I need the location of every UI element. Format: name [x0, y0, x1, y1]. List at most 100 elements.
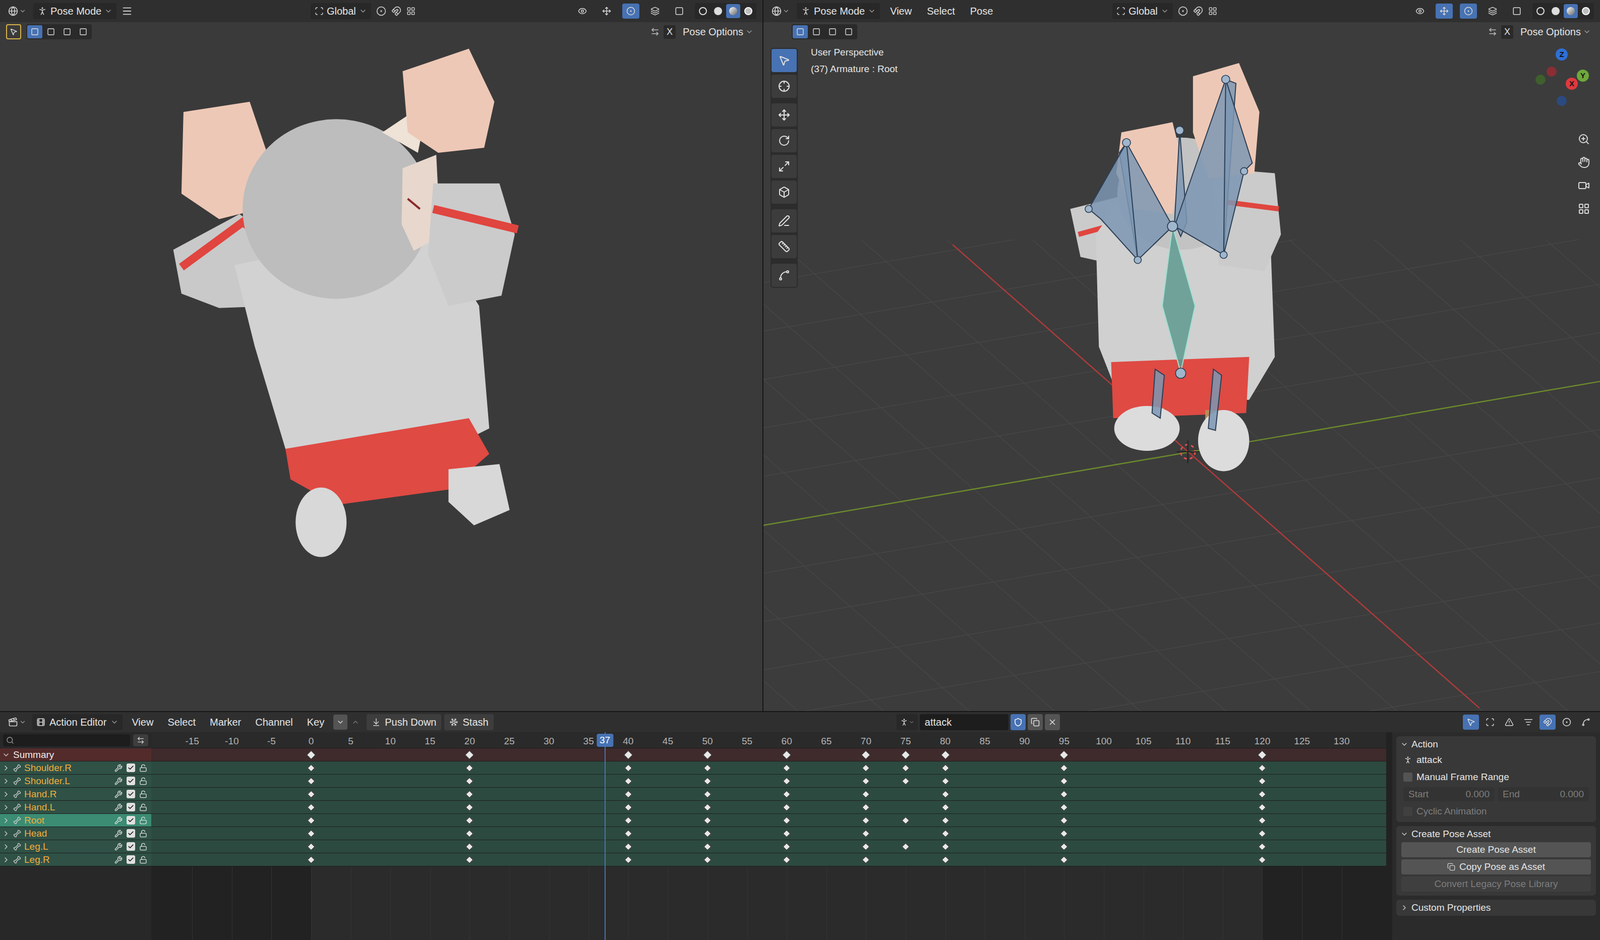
mirror-toggle[interactable]: X — [1501, 25, 1514, 39]
keyframe[interactable] — [941, 842, 950, 851]
expand-icon[interactable] — [2, 777, 11, 786]
keyframe[interactable] — [624, 777, 633, 786]
keyframe[interactable] — [307, 777, 316, 786]
expand-icon[interactable] — [2, 855, 11, 864]
modifier-icon[interactable] — [114, 855, 123, 864]
keyframe[interactable] — [1258, 777, 1267, 786]
tool-button[interactable] — [771, 129, 797, 153]
channel-row[interactable]: Leg.L — [0, 840, 152, 854]
snap-target-icon[interactable] — [1208, 6, 1218, 16]
header-button[interactable]: Push Down — [366, 714, 442, 731]
menu-item[interactable]: Pose — [965, 3, 999, 19]
keyframe[interactable] — [941, 816, 950, 825]
modifier-icon[interactable] — [114, 777, 123, 786]
keyframe[interactable] — [703, 829, 712, 838]
viewport-toggle[interactable] — [622, 3, 640, 19]
lock-icon[interactable] — [139, 855, 148, 864]
menu-icon[interactable] — [121, 5, 133, 17]
panel-button[interactable]: Copy Pose as Asset — [1401, 859, 1591, 875]
negative-axis[interactable] — [1546, 66, 1557, 77]
shading-button[interactable] — [1548, 4, 1563, 19]
keyframe[interactable] — [624, 763, 633, 773]
keyframe[interactable] — [941, 763, 950, 773]
keyframe[interactable] — [862, 816, 871, 825]
keyframe-row[interactable] — [151, 840, 1387, 854]
filter-toggle[interactable] — [1539, 714, 1556, 730]
action-row[interactable]: attack — [1403, 752, 1589, 768]
nav-button[interactable] — [1573, 153, 1594, 172]
tool-button[interactable] — [771, 180, 797, 204]
keyframe[interactable] — [1258, 763, 1267, 773]
keyframe[interactable] — [1060, 790, 1069, 799]
channel-row[interactable]: Head — [0, 826, 152, 841]
active-tool-button[interactable] — [6, 24, 22, 40]
keyframe[interactable] — [464, 749, 474, 759]
panel-header[interactable]: Action — [1396, 736, 1596, 753]
keyframe[interactable] — [624, 855, 633, 864]
channel-row[interactable]: Leg.R — [0, 853, 152, 867]
keyframe[interactable] — [1060, 855, 1069, 864]
axis-button[interactable]: X — [1565, 77, 1578, 90]
keyframe[interactable] — [307, 803, 316, 812]
keyframe[interactable] — [306, 749, 316, 759]
nav-button[interactable] — [1573, 176, 1594, 195]
unlink-action-button[interactable] — [1044, 714, 1060, 731]
panel-button[interactable]: Create Pose Asset — [1401, 842, 1591, 858]
mirror-toggle[interactable]: X — [663, 25, 676, 39]
keyframe[interactable] — [782, 763, 791, 773]
pose-options-dropdown[interactable]: Pose Options — [679, 24, 757, 40]
menu-item[interactable]: Marker — [204, 714, 247, 730]
modifier-icon[interactable] — [114, 790, 123, 799]
pivot-icon[interactable] — [1177, 6, 1189, 17]
keyframe[interactable] — [624, 842, 633, 851]
keyframe[interactable] — [941, 829, 950, 838]
keyframe[interactable] — [901, 777, 910, 786]
keyframe[interactable] — [465, 777, 474, 786]
keyframe[interactable] — [901, 842, 910, 851]
keyframe[interactable] — [862, 855, 871, 864]
snap-icon[interactable] — [1193, 6, 1204, 17]
keyframe[interactable] — [465, 803, 474, 812]
keyframe[interactable] — [1060, 763, 1069, 773]
keyframe[interactable] — [861, 749, 871, 759]
keyframe[interactable] — [1258, 790, 1267, 799]
snap-target-icon[interactable] — [406, 6, 416, 16]
keyframe[interactable] — [624, 790, 633, 799]
lock-icon[interactable] — [139, 803, 148, 812]
tool-button[interactable] — [771, 103, 797, 127]
shading-button[interactable] — [1563, 4, 1578, 19]
panel-header[interactable]: Create Pose Asset — [1396, 825, 1596, 843]
viewport-toggle[interactable] — [646, 3, 664, 19]
keyframe[interactable] — [862, 790, 871, 799]
viewport-toggle[interactable] — [598, 3, 616, 19]
keyframe-row[interactable] — [151, 813, 1387, 827]
keyframe[interactable] — [307, 763, 316, 773]
keyframe[interactable] — [623, 749, 633, 759]
keyframe[interactable] — [465, 763, 474, 773]
keyframe[interactable] — [782, 842, 791, 851]
keyframe[interactable] — [862, 829, 871, 838]
orientation-dropdown[interactable]: Global — [310, 3, 372, 20]
lock-icon[interactable] — [139, 816, 148, 825]
fake-user-button[interactable] — [1010, 714, 1026, 731]
mode-dropdown[interactable]: Pose Mode — [796, 3, 880, 20]
tool-button[interactable] — [771, 234, 797, 259]
keyframe[interactable] — [624, 816, 633, 825]
keyframe[interactable] — [465, 855, 474, 864]
shading-button[interactable] — [710, 4, 726, 19]
keyframe[interactable] — [307, 842, 316, 851]
editor-type-button[interactable] — [769, 3, 792, 20]
channel-row[interactable]: Shoulder.R — [0, 761, 152, 775]
editor-mode-dropdown[interactable]: Action Editor — [32, 714, 123, 731]
keyframe[interactable] — [1060, 829, 1069, 838]
keyframe[interactable] — [1258, 842, 1267, 851]
expand-icon[interactable] — [2, 790, 11, 799]
keyframe[interactable] — [624, 803, 633, 812]
tool-button[interactable] — [771, 263, 797, 287]
scrollbar[interactable] — [1386, 732, 1393, 940]
key-type-dropdown[interactable] — [333, 714, 348, 730]
keyframe[interactable] — [782, 829, 791, 838]
channel-search-field[interactable] — [3, 734, 131, 747]
axis-button[interactable]: Y — [1576, 69, 1589, 82]
expand-icon[interactable] — [2, 816, 11, 825]
